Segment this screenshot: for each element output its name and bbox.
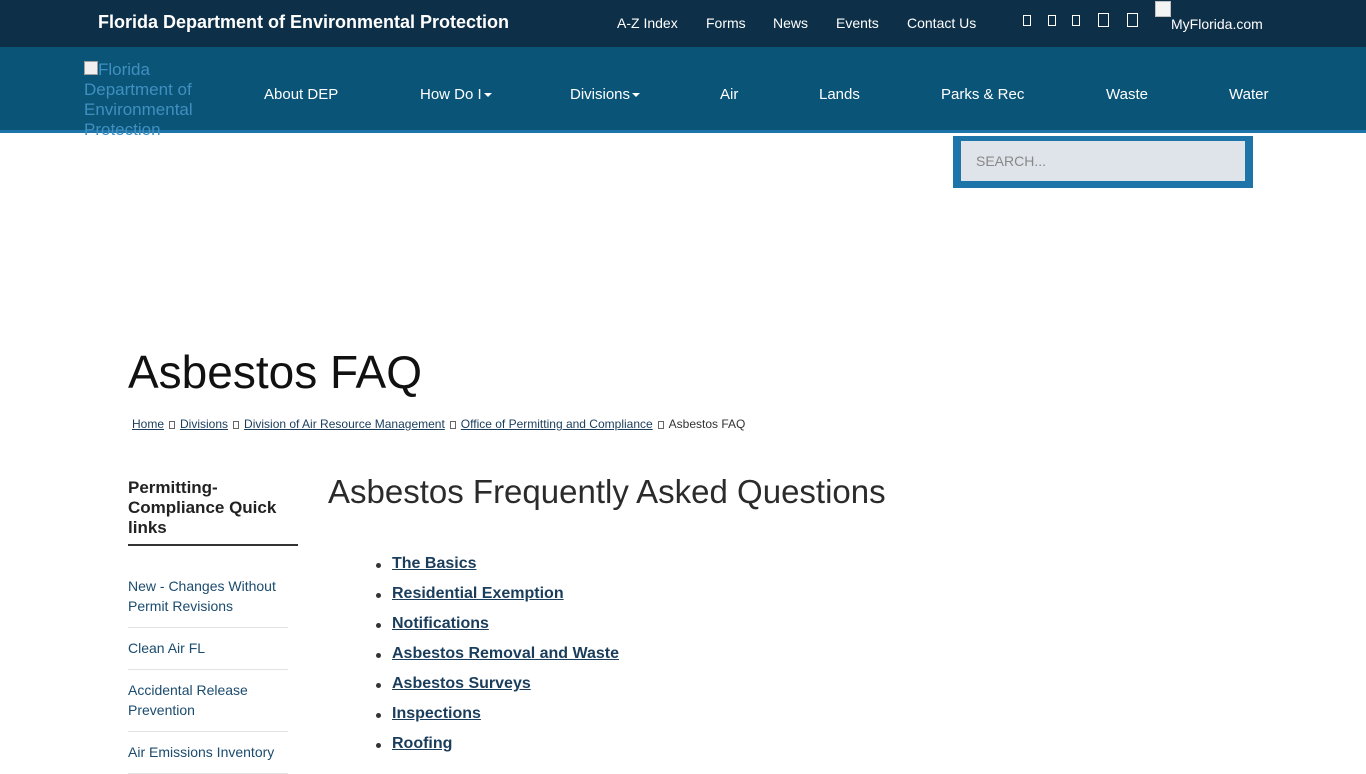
az-index-link[interactable]: A-Z Index — [617, 15, 678, 31]
list-item: Notifications — [375, 615, 619, 645]
content-heading: Asbestos Frequently Asked Questions — [328, 473, 886, 510]
list-item: Inspections — [375, 705, 619, 735]
nav-divisions[interactable]: Divisions — [570, 86, 641, 103]
list-item: Roofing — [375, 735, 619, 765]
chevron-down-icon — [483, 93, 492, 98]
breadcrumb-current: Asbestos FAQ — [668, 417, 746, 431]
list-item: Accidental Release Prevention — [128, 670, 288, 732]
chevron-down-icon — [632, 93, 641, 98]
sidebar-list: New - Changes Without Permit Revisions C… — [128, 566, 288, 774]
nav-how-do-i[interactable]: How Do I — [420, 86, 492, 103]
nav-water[interactable]: Water — [1229, 86, 1268, 103]
events-link[interactable]: Events — [836, 15, 879, 31]
sidebar-item-emissions-inventory[interactable]: Air Emissions Inventory — [128, 744, 274, 760]
nav-label: Water — [1229, 86, 1269, 103]
nav-air[interactable]: Air — [720, 86, 738, 103]
nav-about-dep[interactable]: About DEP — [264, 86, 338, 103]
search-input[interactable] — [961, 141, 1245, 181]
search-container — [953, 136, 1253, 188]
nav-label: Air — [720, 86, 739, 103]
breadcrumb-divisions[interactable]: Divisions — [180, 417, 228, 431]
myflorida-link[interactable]: MyFlorida.com — [1155, 1, 1275, 41]
nav-label: Parks & Rec — [941, 86, 1025, 103]
forms-link[interactable]: Forms — [706, 15, 746, 31]
faq-link-roofing[interactable]: Roofing — [392, 735, 452, 752]
contact-us-link[interactable]: Contact Us — [907, 15, 976, 31]
breadcrumb: Home Divisions Division of Air Resource Ma… — [132, 417, 745, 431]
nav-parks-rec[interactable]: Parks & Rec — [941, 86, 1024, 103]
dep-logo[interactable]: Florida Department of Environmental Prot… — [84, 60, 214, 135]
faq-link-surveys[interactable]: Asbestos Surveys — [392, 675, 531, 692]
broken-image-icon — [84, 61, 98, 75]
myflorida-alt-text: MyFlorida.com — [1171, 16, 1263, 32]
faq-link-notifications[interactable]: Notifications — [392, 615, 489, 632]
breadcrumb-separator-icon — [657, 420, 664, 429]
nav-label: About DEP — [264, 86, 339, 103]
facebook-icon[interactable] — [1023, 15, 1031, 26]
twitter-icon[interactable] — [1048, 15, 1056, 26]
logo-alt-text: Florida Department of Environmental Prot… — [84, 60, 193, 135]
faq-link-basics[interactable]: The Basics — [392, 555, 476, 572]
faq-link-removal-waste[interactable]: Asbestos Removal and Waste — [392, 645, 619, 662]
nav-lands[interactable]: Lands — [819, 86, 860, 103]
list-item: Asbestos Removal and Waste — [375, 645, 619, 675]
nav-label: How Do I — [420, 86, 482, 103]
broken-image-icon — [1155, 1, 1171, 17]
rss-icon[interactable] — [1127, 13, 1138, 27]
sidebar: Permitting-Compliance Quick links New - … — [128, 478, 298, 774]
breadcrumb-separator-icon — [233, 420, 240, 429]
faq-link-inspections[interactable]: Inspections — [392, 705, 481, 722]
nav-label: Lands — [819, 86, 860, 103]
youtube-icon[interactable] — [1098, 13, 1109, 27]
agency-title: Florida Department of Environmental Prot… — [98, 12, 510, 32]
list-item: Asbestos Surveys — [375, 675, 619, 705]
nav-waste[interactable]: Waste — [1106, 86, 1148, 103]
breadcrumb-separator-icon — [449, 420, 456, 429]
list-item: The Basics — [375, 555, 619, 585]
breadcrumb-air-resource[interactable]: Division of Air Resource Management — [244, 417, 445, 431]
faq-link-residential-exemption[interactable]: Residential Exemption — [392, 585, 564, 602]
list-item: Clean Air FL — [128, 628, 288, 670]
instagram-icon[interactable] — [1072, 15, 1080, 26]
sidebar-heading: Permitting-Compliance Quick links — [128, 478, 298, 546]
utility-bar: Florida Department of Environmental Prot… — [0, 0, 1366, 47]
list-item: New - Changes Without Permit Revisions — [128, 566, 288, 628]
news-link[interactable]: News — [773, 15, 808, 31]
sidebar-item-clean-air-fl[interactable]: Clean Air FL — [128, 640, 205, 656]
breadcrumb-permitting[interactable]: Office of Permitting and Compliance — [461, 417, 653, 431]
sidebar-item-accidental-release[interactable]: Accidental Release Prevention — [128, 682, 248, 718]
faq-list: The Basics Residential Exemption Notific… — [375, 555, 619, 765]
breadcrumb-separator-icon — [169, 420, 176, 429]
page-title: Asbestos FAQ — [128, 346, 423, 398]
breadcrumb-home[interactable]: Home — [132, 417, 164, 431]
main-navigation: Florida Department of Environmental Prot… — [0, 47, 1366, 135]
sidebar-item-changes-without-permit[interactable]: New - Changes Without Permit Revisions — [128, 578, 276, 614]
nav-label: Waste — [1106, 86, 1148, 103]
list-item: Residential Exemption — [375, 585, 619, 615]
nav-label: Divisions — [570, 86, 631, 103]
